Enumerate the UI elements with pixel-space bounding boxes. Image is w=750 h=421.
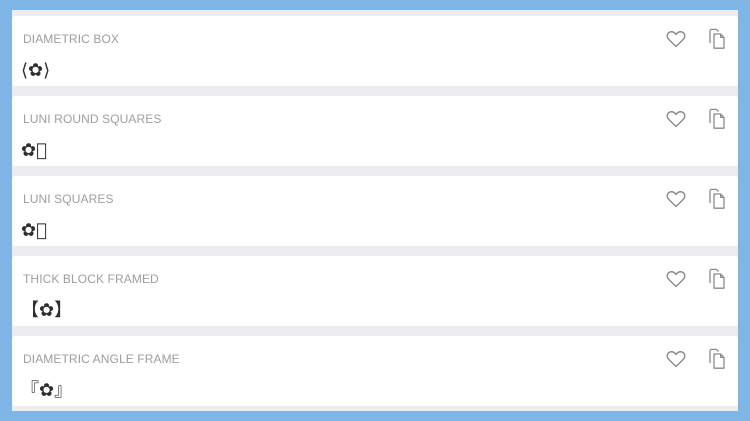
copy-icon[interactable]	[704, 27, 728, 51]
copy-icon[interactable]	[704, 187, 728, 211]
style-card-thick-block-framed: THICK BLOCK FRAMED 【✿】	[12, 256, 738, 326]
copy-icon[interactable]	[704, 267, 728, 291]
style-card-luni-squares: LUNI SQUARES ✿⃞	[12, 176, 738, 246]
heart-icon[interactable]	[664, 267, 688, 291]
style-title: DIAMETRIC ANGLE FRAME	[23, 352, 180, 366]
heart-icon[interactable]	[664, 187, 688, 211]
style-card-luni-round-squares: LUNI ROUND SQUARES ✿⃞	[12, 96, 738, 166]
heart-icon[interactable]	[664, 107, 688, 131]
style-preview[interactable]: 【✿】	[21, 300, 72, 322]
style-preview[interactable]: ⟨✿⟩	[21, 60, 50, 82]
style-title: THICK BLOCK FRAMED	[23, 272, 159, 286]
style-title: LUNI ROUND SQUARES	[23, 112, 162, 126]
style-title: LUNI SQUARES	[23, 192, 114, 206]
heart-icon[interactable]	[664, 27, 688, 51]
style-card-diametric-box: DIAMETRIC BOX ⟨✿⟩	[12, 16, 738, 86]
style-preview[interactable]: ✿⃞	[21, 140, 47, 162]
style-preview[interactable]: ✿⃞	[21, 220, 47, 242]
font-style-list: DIAMETRIC BOX ⟨✿⟩ LUNI ROUND SQUARES ✿⃞ …	[12, 10, 738, 411]
copy-icon[interactable]	[704, 347, 728, 371]
style-preview[interactable]: 『✿』	[21, 380, 72, 402]
copy-icon[interactable]	[704, 107, 728, 131]
style-card-diametric-angle-frame: DIAMETRIC ANGLE FRAME 『✿』	[12, 336, 738, 406]
heart-icon[interactable]	[664, 347, 688, 371]
style-title: DIAMETRIC BOX	[23, 32, 119, 46]
